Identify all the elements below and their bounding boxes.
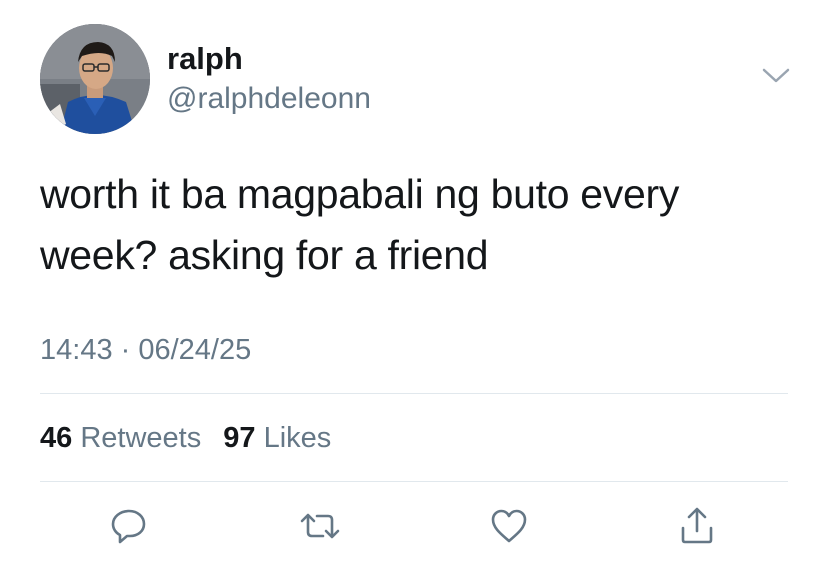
divider bbox=[40, 481, 788, 482]
likes-label[interactable]: Likes bbox=[264, 422, 332, 454]
avatar[interactable] bbox=[40, 24, 150, 134]
tweet-stats: 46 Retweets 97 Likes bbox=[40, 420, 345, 456]
reply-icon bbox=[111, 509, 146, 544]
like-button[interactable] bbox=[487, 504, 531, 548]
retweets-label[interactable]: Retweets bbox=[80, 422, 201, 454]
share-icon bbox=[681, 507, 713, 544]
tweet-text: worth it ba magpabali ng buto every week… bbox=[40, 171, 680, 278]
heart-icon bbox=[491, 509, 527, 543]
retweets-count[interactable]: 46 bbox=[40, 422, 72, 454]
tweet-timestamp[interactable]: 14:43 · 06/24/25 bbox=[40, 332, 251, 368]
display-name[interactable]: ralph bbox=[167, 40, 243, 78]
user-handle[interactable]: @ralphdeleonn bbox=[167, 81, 371, 117]
likes-count[interactable]: 97 bbox=[223, 422, 255, 454]
reply-button[interactable] bbox=[107, 504, 151, 548]
chevron-down-icon[interactable] bbox=[760, 64, 792, 88]
retweet-icon bbox=[300, 513, 340, 539]
divider bbox=[40, 393, 788, 394]
retweet-button[interactable] bbox=[298, 504, 342, 548]
share-button[interactable] bbox=[675, 504, 719, 548]
